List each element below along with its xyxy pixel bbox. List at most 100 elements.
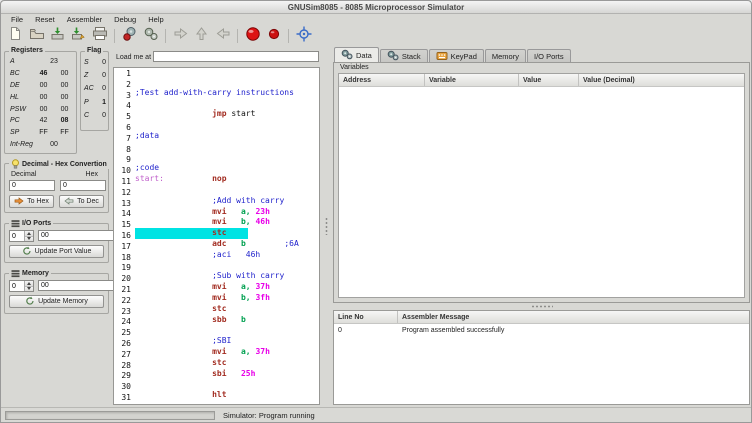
register-value-low[interactable]: 00: [54, 94, 75, 101]
spin-down-icon[interactable]: [25, 237, 33, 242]
memory-address-input[interactable]: [10, 281, 24, 291]
port-address-stepper[interactable]: [9, 230, 34, 242]
code-line[interactable]: ;SBI: [135, 336, 319, 347]
tab-keypad[interactable]: KeyPad: [429, 49, 484, 63]
code-line[interactable]: ;data: [135, 131, 319, 142]
code-line[interactable]: [135, 401, 319, 404]
flag-row-c: C0: [84, 109, 105, 122]
register-value-low[interactable]: 08: [54, 117, 75, 124]
decimal-input[interactable]: [9, 180, 55, 191]
code-line[interactable]: mvi a, 37h: [135, 347, 319, 358]
flag-value[interactable]: 0: [97, 59, 106, 66]
code-line[interactable]: stc: [135, 304, 319, 315]
save-button[interactable]: [47, 27, 68, 46]
vertical-splitter[interactable]: [321, 47, 332, 405]
tab-i-o-ports[interactable]: I/O Ports: [527, 49, 571, 63]
register-value-high[interactable]: 00: [33, 106, 54, 113]
code-editor[interactable]: 1234567891011121314151617181920212223242…: [113, 67, 320, 405]
spin-down-icon[interactable]: [25, 287, 33, 292]
register-value-high[interactable]: 46: [33, 70, 54, 77]
code-line[interactable]: ;Test add-with-carry instructions: [135, 88, 319, 99]
open-file-button[interactable]: [26, 27, 47, 46]
code-line[interactable]: ;Sub with carry: [135, 271, 319, 282]
code-line[interactable]: [135, 325, 319, 336]
step-out-button[interactable]: [191, 27, 212, 46]
tab-data[interactable]: Data: [334, 47, 379, 63]
code-text[interactable]: ;Test add-with-carry instructions jmp st…: [135, 68, 319, 404]
flag-value[interactable]: 0: [97, 85, 106, 92]
code-line[interactable]: sbi 25h: [135, 369, 319, 380]
register-value[interactable]: 23: [33, 58, 75, 65]
code-line[interactable]: hlt: [135, 390, 319, 401]
load-me-at-input[interactable]: [153, 51, 319, 62]
code-line[interactable]: [135, 142, 319, 153]
code-line[interactable]: adc b ;6A: [135, 239, 319, 250]
code-line[interactable]: [135, 379, 319, 390]
column-header-address[interactable]: Address: [339, 74, 425, 86]
execution-point-button[interactable]: [293, 27, 314, 46]
hex-input[interactable]: [60, 180, 106, 191]
code-line[interactable]: [135, 99, 319, 110]
register-value-low[interactable]: 00: [54, 106, 75, 113]
print-button[interactable]: [89, 27, 110, 46]
code-line[interactable]: mvi b, 46h: [135, 217, 319, 228]
highlighted-code-line[interactable]: stc: [135, 228, 319, 239]
menu-item-reset[interactable]: Reset: [29, 14, 61, 25]
stop-button[interactable]: [263, 27, 284, 46]
memory-address-stepper[interactable]: [9, 280, 34, 292]
menu-item-help[interactable]: Help: [142, 14, 169, 25]
horizontal-splitter[interactable]: [333, 303, 750, 310]
register-value-high[interactable]: 42: [33, 117, 54, 124]
flag-value[interactable]: 0: [97, 72, 106, 79]
port-address-input[interactable]: [10, 231, 24, 241]
to-hex-button[interactable]: To Hex: [9, 195, 54, 208]
step-back-button[interactable]: [212, 27, 233, 46]
tab-stack[interactable]: Stack: [380, 49, 428, 63]
flag-value[interactable]: 0: [97, 112, 106, 119]
column-header-value-decimal[interactable]: Value (Decimal): [579, 74, 744, 86]
to-dec-button[interactable]: To Dec: [59, 195, 104, 208]
code-line[interactable]: mvi b, 3fh: [135, 293, 319, 304]
save-as-button[interactable]: [68, 27, 89, 46]
variables-table[interactable]: AddressVariableValueValue (Decimal): [338, 73, 745, 298]
code-line[interactable]: stc: [135, 358, 319, 369]
menu-item-assembler[interactable]: Assembler: [61, 14, 108, 25]
new-file-button[interactable]: [5, 27, 26, 46]
tab-memory[interactable]: Memory: [485, 49, 526, 63]
register-value-high[interactable]: FF: [33, 129, 54, 136]
flag-value[interactable]: 1: [97, 99, 106, 106]
code-line[interactable]: sbb b: [135, 315, 319, 326]
assemble-button[interactable]: [119, 27, 140, 46]
code-line[interactable]: [135, 261, 319, 272]
code-line[interactable]: [135, 153, 319, 164]
column-header-value[interactable]: Value: [519, 74, 579, 86]
menu-item-debug[interactable]: Debug: [108, 14, 142, 25]
register-value-high[interactable]: 00: [33, 94, 54, 101]
register-value-low[interactable]: 00: [54, 82, 75, 89]
assembler-message-table[interactable]: Line NoAssembler Message 0Program assemb…: [333, 310, 750, 405]
menu-item-file[interactable]: File: [5, 14, 29, 25]
register-value-low[interactable]: FF: [54, 129, 75, 136]
column-header-variable[interactable]: Variable: [425, 74, 519, 86]
code-line[interactable]: jmp start: [135, 109, 319, 120]
code-line[interactable]: [135, 185, 319, 196]
code-line[interactable]: ;aci 46h: [135, 250, 319, 261]
code-line[interactable]: ;code: [135, 163, 319, 174]
update-port-value-button[interactable]: Update Port Value: [9, 245, 104, 258]
run-button[interactable]: [242, 27, 263, 46]
column-header-line-no[interactable]: Line No: [334, 311, 398, 323]
code-line[interactable]: ;Add with carry: [135, 196, 319, 207]
code-line[interactable]: mvi a, 23h: [135, 207, 319, 218]
code-line[interactable]: start: nop: [135, 174, 319, 185]
update-memory-button[interactable]: Update Memory: [9, 295, 104, 308]
assembler-message-row[interactable]: 0Program assembled successfully: [334, 324, 749, 336]
listing-button[interactable]: [140, 27, 161, 46]
step-forward-button[interactable]: [170, 27, 191, 46]
column-header-assembler-message[interactable]: Assembler Message: [398, 311, 749, 323]
register-value-low[interactable]: 00: [54, 70, 75, 77]
code-line[interactable]: [135, 77, 319, 88]
code-line[interactable]: mvi a, 37h: [135, 282, 319, 293]
code-line[interactable]: [135, 120, 319, 131]
register-value[interactable]: 00: [33, 141, 75, 148]
register-value-high[interactable]: 00: [33, 82, 54, 89]
